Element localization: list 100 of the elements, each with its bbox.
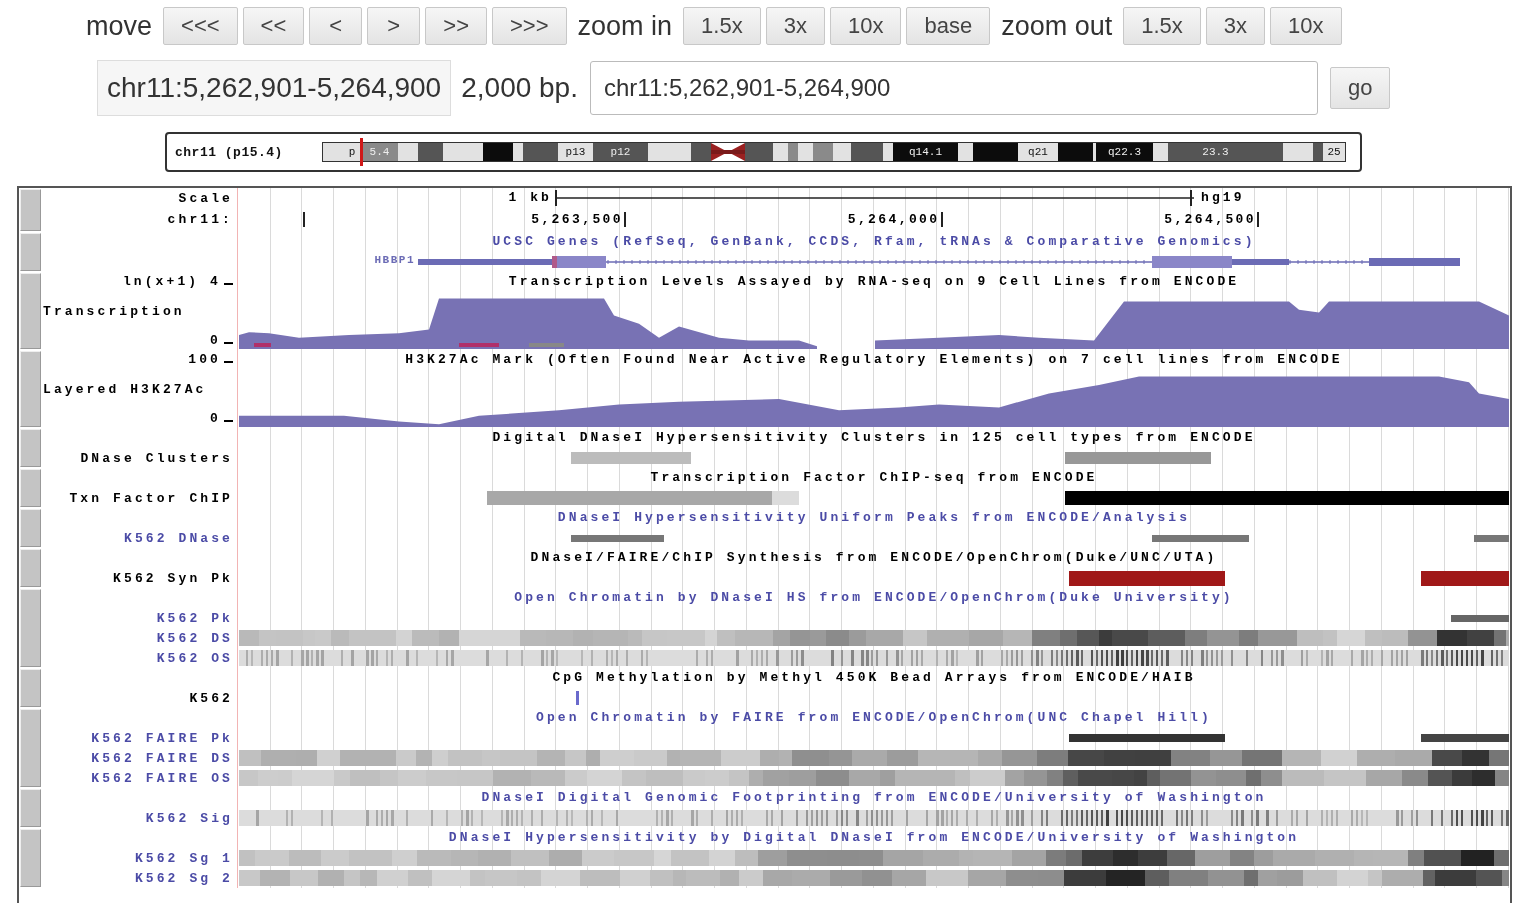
nav-label: move: [86, 10, 153, 42]
track-label[interactable]: K562 FAIRE Pk: [91, 730, 233, 746]
chromosome-band[interactable]: [833, 143, 851, 161]
nav-button[interactable]: <<: [242, 7, 305, 45]
chromosome-band[interactable]: [883, 143, 893, 161]
track-label[interactable]: K562 FAIRE DS: [91, 750, 233, 766]
track-label[interactable]: DNase Clusters: [80, 450, 233, 466]
chromosome-band[interactable]: [483, 143, 513, 161]
chromosome-band[interactable]: [323, 143, 343, 161]
nav-button[interactable]: 1.5x: [683, 7, 761, 45]
track-button[interactable]: [20, 189, 41, 231]
track-label[interactable]: Transcription: [41, 303, 185, 319]
track-label[interactable]: K562 Sg 2: [134, 870, 233, 886]
feature-bar[interactable]: [1069, 570, 1225, 586]
chromosome-band[interactable]: [691, 143, 711, 161]
nav-button[interactable]: 3x: [1205, 7, 1266, 45]
nav-button[interactable]: 3x: [765, 7, 825, 45]
chromosome-band[interactable]: [1243, 143, 1283, 161]
feature-bar[interactable]: [1421, 570, 1509, 586]
chromosome-band[interactable]: [1283, 143, 1313, 161]
track-button[interactable]: [20, 351, 41, 427]
nav-button[interactable]: base: [906, 7, 991, 45]
track-label[interactable]: K562 Sg 1: [134, 850, 233, 866]
chromosome-band[interactable]: p12: [593, 143, 648, 161]
chromosome-band[interactable]: [851, 143, 883, 161]
chromosome-band[interactable]: [1093, 143, 1096, 161]
chromosome-band[interactable]: [398, 143, 418, 161]
track-label[interactable]: K562 DS: [156, 630, 233, 646]
track-label[interactable]: K562 OS: [156, 650, 233, 666]
nav-button[interactable]: <<<: [163, 7, 238, 45]
scale-label: 1 kb: [508, 190, 552, 205]
nav-button[interactable]: >>: [425, 7, 487, 45]
chromosome-band[interactable]: [788, 143, 798, 161]
track-label[interactable]: K562 FAIRE OS: [91, 770, 233, 786]
nav-button[interactable]: <: [309, 7, 363, 45]
track-label[interactable]: Layered H3K27Ac: [41, 381, 207, 397]
track-button[interactable]: [20, 789, 41, 827]
track-button[interactable]: [20, 549, 41, 587]
chromosome-band[interactable]: [745, 143, 773, 161]
axis-label: 0: [210, 333, 233, 348]
chromosome-band[interactable]: [1058, 143, 1093, 161]
track-button[interactable]: [20, 669, 41, 707]
gene-label[interactable]: HBBP1: [374, 254, 415, 266]
chromosome-band[interactable]: [973, 143, 1018, 161]
chromosome-band[interactable]: [1313, 143, 1323, 161]
nav-label: zoom in: [577, 10, 673, 42]
axis-label: ln(x+1) 4: [122, 274, 233, 289]
go-button[interactable]: go: [1330, 67, 1391, 109]
chromosome-band[interactable]: p: [343, 143, 361, 161]
size-text: 2,000 bp.: [461, 72, 578, 104]
ruler-label: Scale: [178, 191, 233, 206]
nav-button[interactable]: >: [367, 7, 421, 45]
chromosome-band[interactable]: [813, 143, 833, 161]
position-field[interactable]: chr11:5,262,901-5,264,900: [590, 61, 1318, 115]
chromosome-band[interactable]: q21: [1018, 143, 1058, 161]
nav-button[interactable]: 1.5x: [1123, 7, 1201, 45]
ruler-tick-label: 5,264,000: [847, 212, 943, 227]
chromosome-band[interactable]: p13: [558, 143, 593, 161]
track-button[interactable]: [20, 509, 41, 547]
assembly-label: hg19: [1201, 190, 1245, 205]
track-label[interactable]: K562 Pk: [156, 610, 233, 626]
chromosome-band[interactable]: [443, 143, 483, 161]
chromosome-label: chr11 (p15.4): [174, 144, 284, 160]
nav-button[interactable]: 10x: [1270, 7, 1342, 45]
track-button[interactable]: [20, 709, 41, 787]
feature-bar[interactable]: [571, 534, 664, 542]
ruler-tick-label: 5,264,500: [1164, 212, 1259, 227]
ruler-tick-label: 5,263,500: [531, 212, 626, 227]
chromosome-band[interactable]: [513, 143, 523, 161]
feature-bar[interactable]: [1451, 614, 1509, 622]
nav-button[interactable]: >>>: [492, 7, 567, 45]
track-button[interactable]: [20, 233, 41, 271]
feature-bar[interactable]: [1152, 534, 1249, 542]
track-button[interactable]: [20, 829, 41, 887]
nav-button[interactable]: 10x: [829, 7, 902, 45]
track-label[interactable]: K562 DNase: [124, 530, 233, 546]
chromosome-band[interactable]: [798, 143, 813, 161]
chromosome-band[interactable]: [1168, 143, 1188, 161]
track-label[interactable]: K562 Sig: [145, 810, 233, 826]
axis-label: 0: [210, 411, 233, 426]
chromosome-band[interactable]: [418, 143, 443, 161]
track-button[interactable]: [20, 429, 41, 467]
chromosome-band[interactable]: [958, 143, 973, 161]
chromosome-band[interactable]: [523, 143, 558, 161]
track-button[interactable]: [20, 273, 41, 349]
signal-mark: [459, 343, 499, 347]
track-label[interactable]: K562 Syn Pk: [113, 570, 233, 586]
track-label[interactable]: Txn Factor ChIP: [69, 490, 233, 506]
chromosome-band[interactable]: [773, 143, 788, 161]
chromosome-band[interactable]: [648, 143, 691, 161]
chromosome-band[interactable]: q22.3: [1096, 143, 1153, 161]
track-button[interactable]: [20, 469, 41, 507]
track-label[interactable]: K562: [189, 690, 233, 706]
track-button[interactable]: [20, 589, 41, 667]
chromosome-band[interactable]: 23.3: [1188, 143, 1243, 161]
chromosome-band[interactable]: q14.1: [893, 143, 958, 161]
chromosome-band[interactable]: 25: [1323, 143, 1345, 161]
gene-drawing[interactable]: [418, 256, 1460, 268]
feature-bar[interactable]: [1474, 534, 1509, 542]
chromosome-band[interactable]: [1153, 143, 1168, 161]
